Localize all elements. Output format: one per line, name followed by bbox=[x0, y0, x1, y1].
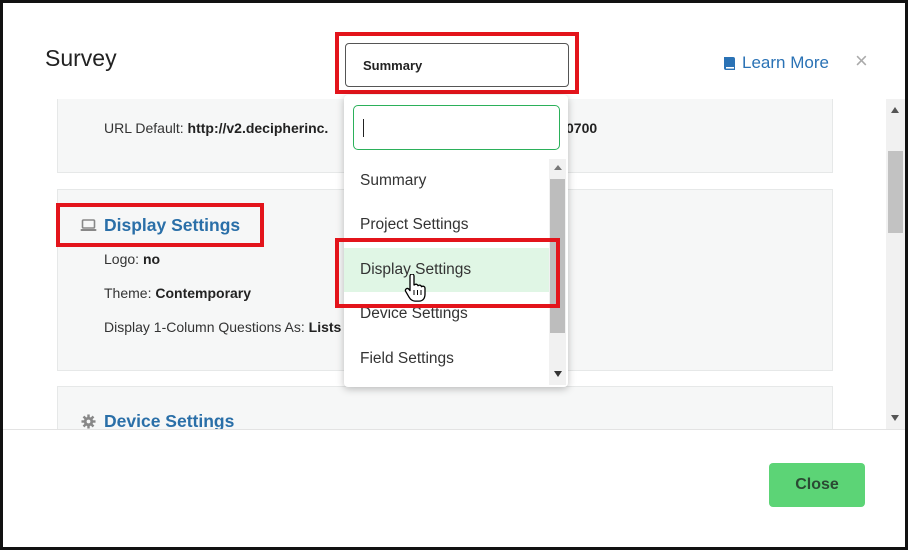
one-column-row: Display 1-Column Questions As: Lists bbox=[104, 319, 342, 335]
modal-footer: Close bbox=[3, 429, 905, 547]
scroll-thumb[interactable] bbox=[888, 151, 903, 233]
url-default-label: URL Default: bbox=[104, 120, 188, 136]
modal-scrollbar[interactable] bbox=[886, 99, 905, 429]
scroll-up-arrow-icon[interactable] bbox=[891, 107, 899, 113]
device-settings-heading[interactable]: Device Settings bbox=[80, 411, 234, 429]
theme-row: Theme: Contemporary bbox=[104, 285, 252, 301]
survey-modal: Survey Learn More × URL Default: http://… bbox=[0, 0, 908, 550]
url-default-value-tail: 0700 bbox=[566, 120, 598, 136]
dropdown-scroll-up-icon[interactable] bbox=[554, 165, 562, 170]
modal-title: Survey bbox=[45, 45, 117, 71]
book-icon bbox=[724, 56, 735, 70]
annotation-box-select bbox=[335, 32, 579, 94]
annotation-box-display-option bbox=[335, 238, 560, 308]
hand-pointer-icon bbox=[404, 274, 426, 302]
scroll-down-arrow-icon[interactable] bbox=[891, 415, 899, 421]
device-settings-title: Device Settings bbox=[104, 411, 235, 429]
annotation-box-display-heading bbox=[56, 203, 264, 247]
option-summary[interactable]: Summary bbox=[344, 159, 549, 203]
logo-row: Logo: no bbox=[104, 251, 161, 267]
learn-more-label: Learn More bbox=[742, 53, 829, 72]
close-icon[interactable]: × bbox=[855, 50, 868, 72]
close-button[interactable]: Close bbox=[769, 463, 865, 507]
text-cursor bbox=[363, 119, 364, 137]
option-field-settings[interactable]: Field Settings bbox=[344, 337, 549, 381]
dropdown-scroll-down-icon[interactable] bbox=[554, 371, 562, 377]
device-settings-section: Device Settings bbox=[57, 386, 833, 429]
dropdown-search-input[interactable] bbox=[353, 105, 560, 150]
url-default-value: http://v2.decipherinc. bbox=[187, 120, 329, 136]
gear-icon bbox=[81, 414, 96, 429]
learn-more-link[interactable]: Learn More bbox=[723, 53, 829, 73]
url-default-row: URL Default: http://v2.decipherinc. bbox=[104, 120, 328, 136]
